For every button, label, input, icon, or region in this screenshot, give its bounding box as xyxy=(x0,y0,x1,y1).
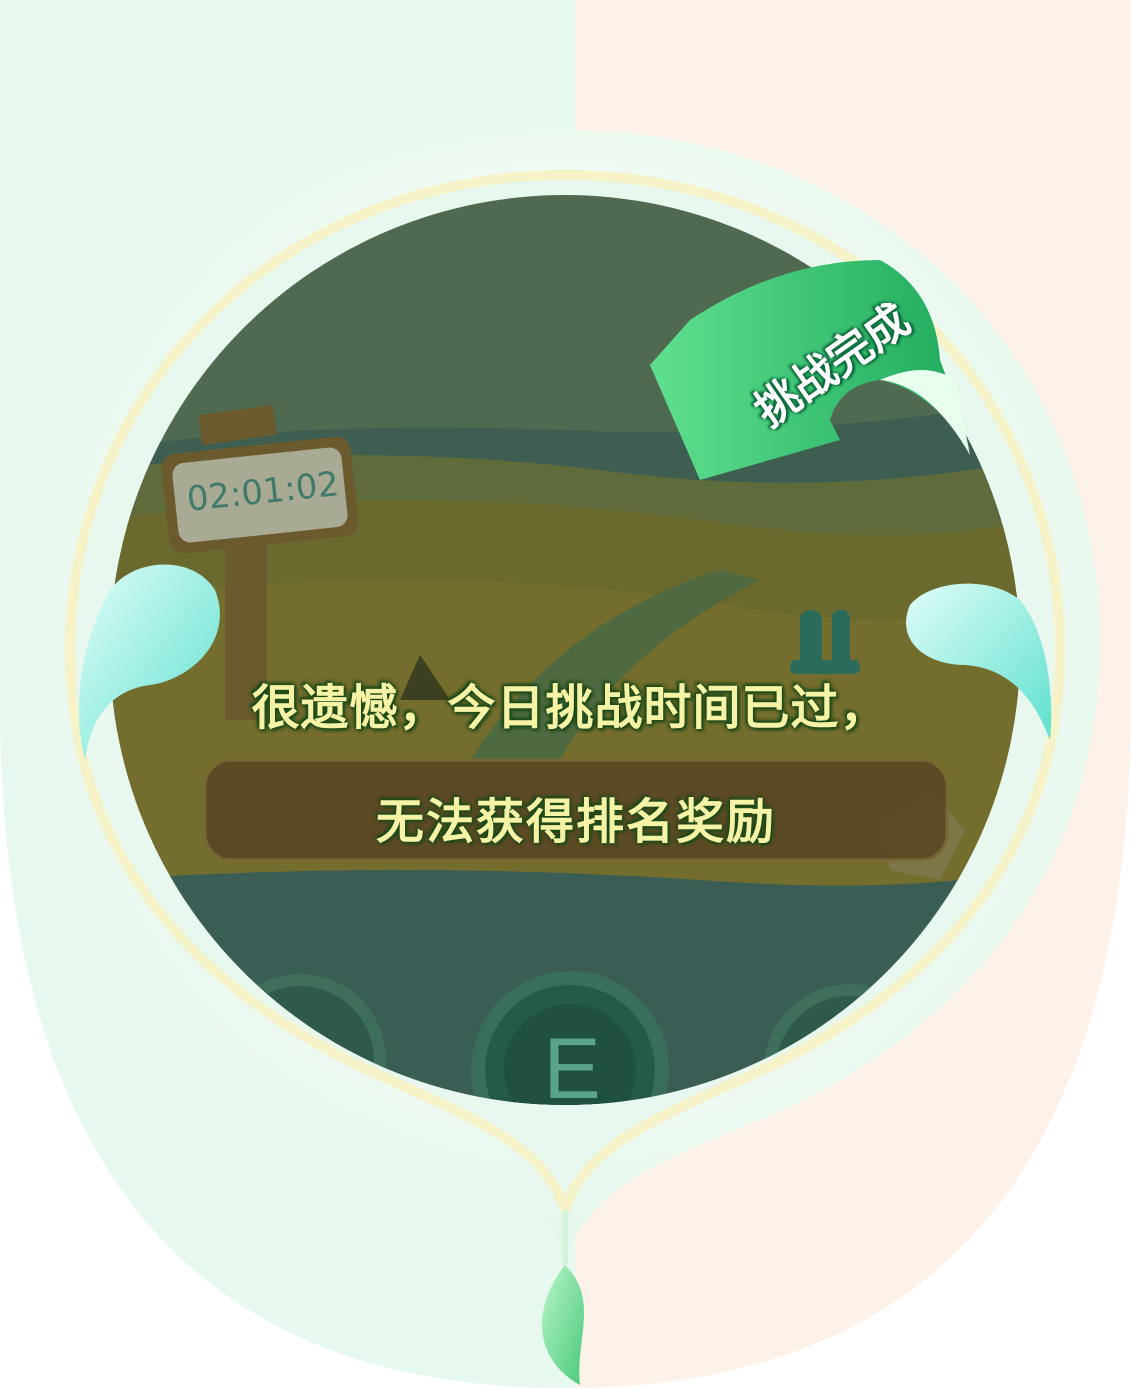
message-box xyxy=(203,758,949,862)
timer-sign xyxy=(161,436,359,554)
sign-post xyxy=(225,540,267,720)
challenge-result-scene xyxy=(0,0,1131,1388)
